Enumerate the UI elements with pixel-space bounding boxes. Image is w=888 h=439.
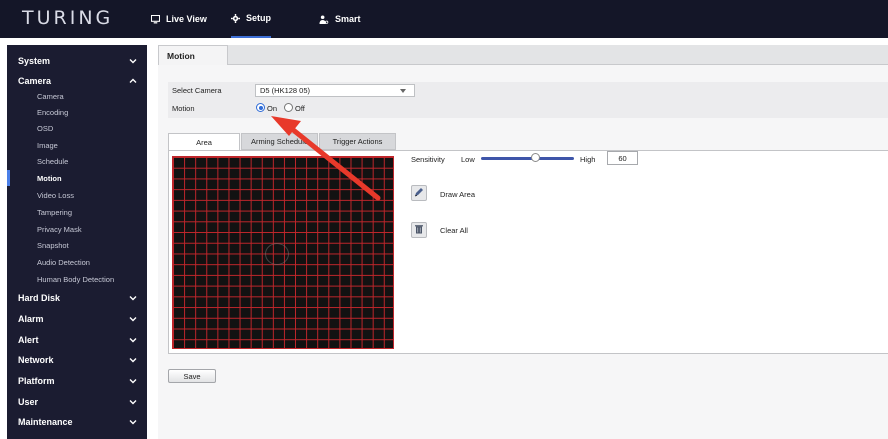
annotation-arrow-icon — [271, 116, 381, 201]
